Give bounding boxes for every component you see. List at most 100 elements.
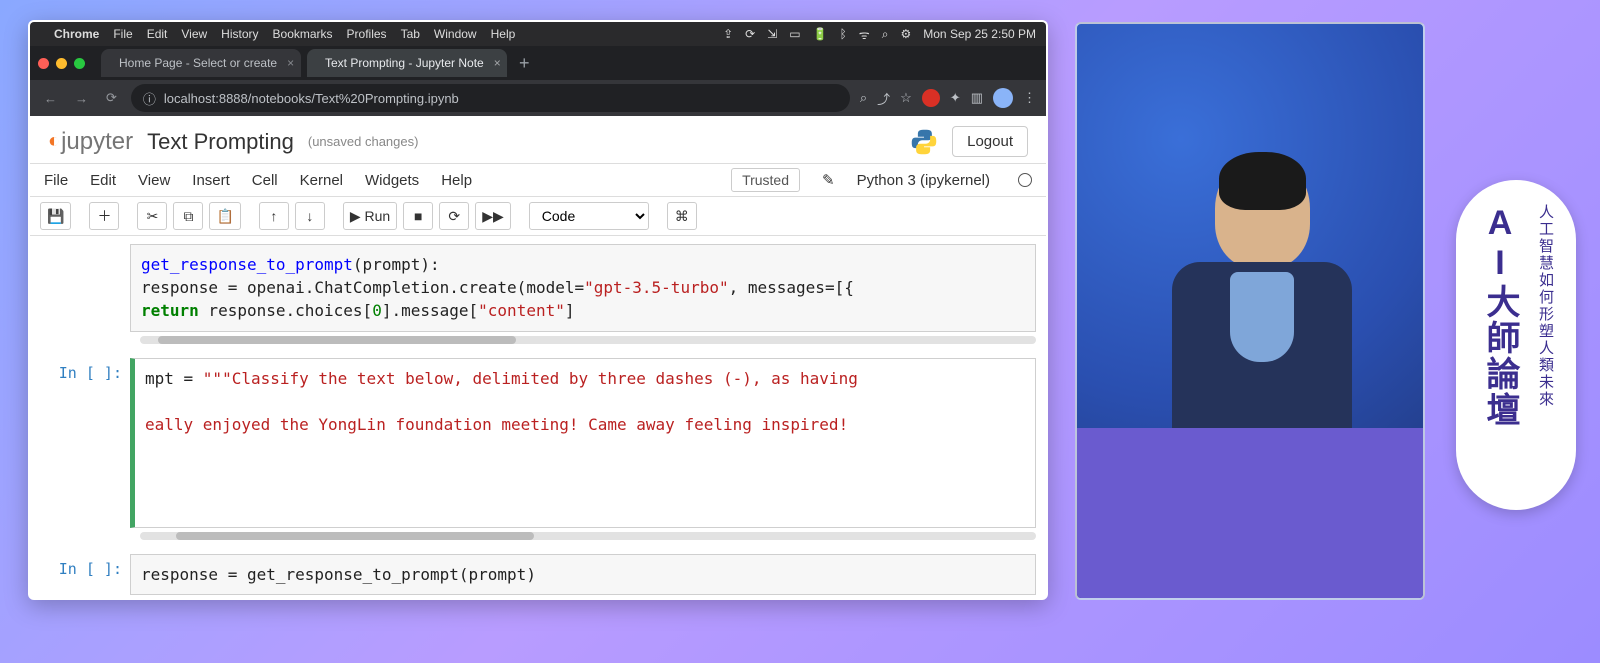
- run-button[interactable]: ▶ Run: [343, 202, 397, 230]
- mac-menu[interactable]: View: [181, 27, 207, 41]
- kernel-name[interactable]: Python 3 (ipykernel): [857, 172, 990, 189]
- new-tab-button[interactable]: +: [513, 53, 536, 74]
- jupyter-header: ◐ jupyter Text Prompting (unsaved change…: [30, 116, 1046, 163]
- python-logo-icon: [910, 128, 938, 156]
- panel-icon[interactable]: ▥: [971, 90, 983, 106]
- menu-icon[interactable]: ⋮: [1023, 90, 1036, 106]
- extension-icon[interactable]: [922, 89, 940, 107]
- notebook-body[interactable]: get_response_to_prompt(prompt): response…: [30, 236, 1046, 598]
- tab-home[interactable]: Home Page - Select or create ×: [101, 49, 301, 77]
- mac-menu[interactable]: Bookmarks: [273, 27, 333, 41]
- tray-icon[interactable]: ⇲: [767, 27, 777, 41]
- code-cell[interactable]: In [ ]: mpt = """Classify the text below…: [40, 358, 1036, 528]
- command-palette-button[interactable]: ⌘: [667, 202, 697, 230]
- tab-label: Home Page - Select or create: [119, 56, 277, 70]
- mac-menu[interactable]: Help: [491, 27, 516, 41]
- cell-input[interactable]: response = get_response_to_prompt(prompt…: [130, 554, 1036, 595]
- window-controls[interactable]: [38, 58, 85, 69]
- mac-menu[interactable]: History: [221, 27, 258, 41]
- menu-kernel[interactable]: Kernel: [300, 172, 343, 189]
- search-icon[interactable]: ⌕: [882, 27, 889, 42]
- tab-close-icon[interactable]: ×: [287, 56, 294, 70]
- zoom-icon[interactable]: [74, 58, 85, 69]
- sync-icon[interactable]: ⟳: [745, 27, 755, 41]
- search-icon[interactable]: ⌕: [860, 90, 867, 106]
- menu-help[interactable]: Help: [441, 172, 472, 189]
- menu-edit[interactable]: Edit: [90, 172, 116, 189]
- move-up-button[interactable]: ↑: [259, 202, 289, 230]
- screen-share-panel: Chrome File Edit View History Bookmarks …: [28, 20, 1048, 600]
- mac-menu[interactable]: Profiles: [347, 27, 387, 41]
- interrupt-button[interactable]: ■: [403, 202, 433, 230]
- back-icon[interactable]: ←: [40, 91, 61, 106]
- badge-subtitle: 人工智慧如何形塑人類未來: [1535, 204, 1556, 428]
- cell-type-select[interactable]: Code: [529, 202, 649, 230]
- save-button[interactable]: 💾: [40, 202, 71, 230]
- h-scrollbar[interactable]: [140, 532, 1036, 540]
- bookmark-icon[interactable]: ☆: [900, 90, 912, 106]
- podium: [1077, 428, 1423, 598]
- jupyter-logo[interactable]: ◐ jupyter: [48, 128, 133, 156]
- cell-prompt: In [ ]:: [40, 358, 130, 528]
- menu-insert[interactable]: Insert: [192, 172, 230, 189]
- mac-menu[interactable]: File: [113, 27, 132, 41]
- badge-title: AI大師論壇: [1476, 204, 1525, 428]
- logout-button[interactable]: Logout: [952, 126, 1028, 157]
- tab-close-icon[interactable]: ×: [494, 56, 501, 70]
- cell-prompt: [40, 244, 130, 332]
- bt-icon[interactable]: ᛒ: [840, 27, 847, 41]
- code-cell[interactable]: get_response_to_prompt(prompt): response…: [40, 244, 1036, 332]
- chrome-toolbar: ← → ⟳ ⓘ localhost:8888/notebooks/Text%20…: [30, 80, 1046, 116]
- battery-icon[interactable]: 🔋: [813, 27, 828, 41]
- url-text: localhost:8888/notebooks/Text%20Promptin…: [164, 91, 459, 106]
- menu-file[interactable]: File: [44, 172, 68, 189]
- speaker-figure: [1167, 158, 1357, 458]
- mac-menu[interactable]: Window: [434, 27, 477, 41]
- site-info-icon[interactable]: ⓘ: [143, 89, 156, 108]
- notebook-title[interactable]: Text Prompting: [147, 129, 294, 155]
- reload-icon[interactable]: ⟳: [102, 90, 121, 106]
- tab-label: Text Prompting - Jupyter Note: [325, 56, 484, 70]
- jupyter-menubar: File Edit View Insert Cell Kernel Widget…: [30, 163, 1046, 197]
- mac-menubar: Chrome File Edit View History Bookmarks …: [30, 22, 1046, 46]
- jupyter-brand-text: jupyter: [61, 128, 133, 156]
- menu-widgets[interactable]: Widgets: [365, 172, 419, 189]
- move-down-button[interactable]: ↓: [295, 202, 325, 230]
- mac-clock: Mon Sep 25 2:50 PM: [923, 27, 1036, 41]
- code-cell[interactable]: In [ ]: response = get_response_to_promp…: [40, 554, 1036, 595]
- kernel-indicator-icon: [1018, 173, 1032, 187]
- address-bar[interactable]: ⓘ localhost:8888/notebooks/Text%20Prompt…: [131, 84, 850, 112]
- paste-button[interactable]: 📋: [209, 202, 240, 230]
- cell-input[interactable]: get_response_to_prompt(prompt): response…: [130, 244, 1036, 332]
- mac-menu[interactable]: Tab: [401, 27, 420, 41]
- restart-button[interactable]: ⟳: [439, 202, 469, 230]
- mac-app[interactable]: Chrome: [54, 27, 99, 41]
- wifi-icon[interactable]: ᯤ: [859, 26, 870, 43]
- extensions-icon[interactable]: ✦: [950, 90, 961, 106]
- tab-notebook[interactable]: Text Prompting - Jupyter Note ×: [307, 49, 507, 77]
- add-cell-button[interactable]: ＋: [89, 202, 119, 230]
- forward-icon[interactable]: →: [71, 91, 92, 106]
- menu-cell[interactable]: Cell: [252, 172, 278, 189]
- jupyter-app: ◐ jupyter Text Prompting (unsaved change…: [30, 116, 1046, 598]
- trusted-badge[interactable]: Trusted: [731, 168, 800, 192]
- cell-prompt: In [ ]:: [40, 554, 130, 595]
- close-icon[interactable]: [38, 58, 49, 69]
- mac-menu[interactable]: Edit: [147, 27, 168, 41]
- jupyter-orb-icon: ◐: [48, 130, 57, 153]
- event-title-badge: AI大師論壇 人工智慧如何形塑人類未來: [1456, 180, 1576, 510]
- dropbox-icon[interactable]: ⇪: [723, 27, 733, 41]
- restart-run-all-button[interactable]: ▶▶: [475, 202, 511, 230]
- h-scrollbar[interactable]: [140, 336, 1036, 344]
- cut-button[interactable]: ✂: [137, 202, 167, 230]
- copy-button[interactable]: ⧉: [173, 202, 203, 230]
- menu-view[interactable]: View: [138, 172, 170, 189]
- edit-icon[interactable]: ✎: [822, 171, 835, 189]
- control-center-icon[interactable]: ⚙: [901, 27, 912, 41]
- minimize-icon[interactable]: [56, 58, 67, 69]
- cell-input[interactable]: mpt = """Classify the text below, delimi…: [130, 358, 1036, 528]
- profile-avatar-icon[interactable]: [993, 88, 1013, 108]
- speaker-camera-panel: [1075, 22, 1425, 600]
- share-icon[interactable]: ⤴: [877, 89, 890, 108]
- screen-icon[interactable]: ▭: [789, 27, 800, 41]
